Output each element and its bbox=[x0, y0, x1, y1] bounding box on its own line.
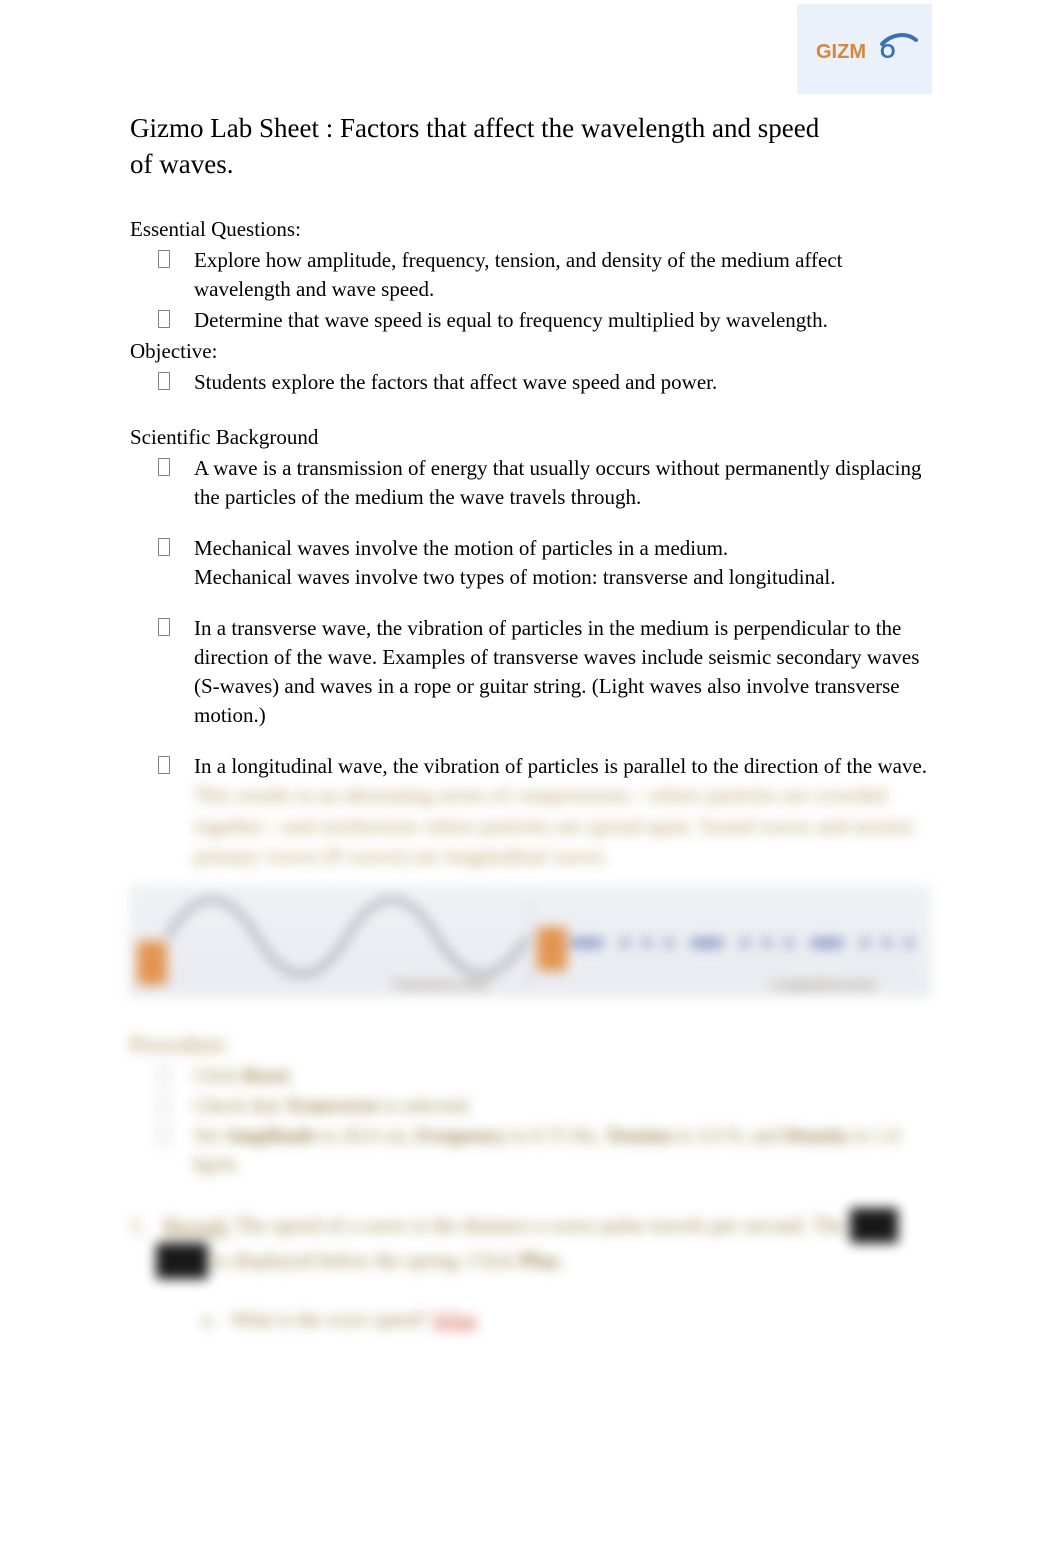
scientific-background-heading: Scientific Background bbox=[130, 425, 932, 450]
step-label: Record: bbox=[163, 1213, 229, 1237]
objective-heading: Objective: bbox=[130, 339, 932, 364]
sub-label: a. bbox=[202, 1309, 216, 1331]
list-item-text: Determine that wave speed is equal to fr… bbox=[194, 306, 932, 335]
list-item-text: In a longitudinal wave, the vibration of… bbox=[194, 752, 932, 781]
objective-list: Students explore the factors that affect… bbox=[130, 368, 932, 397]
right-hand-icon bbox=[537, 927, 567, 971]
answer-text: What bbox=[433, 1309, 476, 1331]
step-1: 1. Record: The speed of a wave is the di… bbox=[130, 1208, 932, 1279]
essential-questions-heading: Essential Questions: bbox=[130, 217, 932, 242]
list-item-text: In a transverse wave, the vibration of p… bbox=[194, 614, 932, 730]
list-item: Determine that wave speed is equal to fr… bbox=[158, 306, 932, 335]
step-number: 1. bbox=[130, 1208, 158, 1244]
logo-box: GIZM O bbox=[797, 4, 932, 94]
list-item-text: Students explore the factors that affect… bbox=[194, 368, 932, 397]
step-text: is displayed below the spring. Click bbox=[213, 1248, 519, 1272]
transverse-caption: Transverse wave bbox=[391, 977, 490, 992]
list-item: In a longitudinal wave, the vibration of… bbox=[158, 752, 932, 781]
left-hand-icon bbox=[137, 941, 167, 985]
proc-text: Check that Transverse is selected. bbox=[194, 1095, 472, 1117]
list-item-text: Mechanical waves involve two types of mo… bbox=[194, 563, 932, 592]
procedure-heading: Procedure: bbox=[130, 1032, 932, 1058]
list-item: Mechanical waves involve the motion of p… bbox=[158, 534, 932, 592]
proc-text: Click Reset. bbox=[194, 1065, 294, 1087]
longitudinal-caption: Longitudinal wave bbox=[771, 977, 875, 992]
list-item-text: Mechanical waves involve the motion of p… bbox=[194, 534, 932, 563]
step-bold: Play. bbox=[520, 1248, 564, 1272]
page-title: Gizmo Lab Sheet : Factors that affect th… bbox=[130, 110, 830, 183]
step-1-sub-a: a. What is the wave speed? What bbox=[130, 1309, 932, 1332]
list-item: Click Reset. bbox=[158, 1062, 932, 1090]
redacted-bar: speed bbox=[156, 1243, 208, 1279]
longitudinal-extra-text: This results in an alternating series of… bbox=[130, 780, 932, 871]
logo-text-left: GIZM bbox=[816, 41, 866, 63]
proc-text: Set Amplitude to 20.0 cm, Frequency to 0… bbox=[194, 1125, 900, 1175]
essential-questions-list: Explore how amplitude, frequency, tensio… bbox=[130, 246, 932, 335]
list-item: Check that Transverse is selected. bbox=[158, 1092, 932, 1120]
list-item-text: A wave is a transmission of energy that … bbox=[194, 454, 932, 512]
sub-text: What is the wave speed? bbox=[231, 1309, 433, 1331]
gizmo-logo: GIZM O bbox=[810, 24, 920, 74]
proc-bold: Amplitude bbox=[225, 1125, 316, 1147]
proc-bold: Tension bbox=[605, 1125, 671, 1147]
proc-bold: Reset bbox=[242, 1065, 289, 1087]
proc-bold: Frequency bbox=[416, 1125, 507, 1147]
list-item: A wave is a transmission of energy that … bbox=[158, 454, 932, 512]
scientific-background-list: A wave is a transmission of energy that … bbox=[130, 454, 932, 781]
list-item-text: Explore how amplitude, frequency, tensio… bbox=[194, 246, 932, 304]
proc-bold: Transverse bbox=[285, 1095, 379, 1117]
transverse-wave-icon bbox=[167, 897, 527, 977]
redacted-bar: wave bbox=[850, 1208, 898, 1244]
blurred-content: This results in an alternating series of… bbox=[130, 780, 932, 1332]
list-item: Set Amplitude to 20.0 cm, Frequency to 0… bbox=[158, 1122, 932, 1178]
document-page: Gizmo Lab Sheet : Factors that affect th… bbox=[0, 0, 1062, 1372]
wave-diagram-panel: Transverse wave Longitudinal wave bbox=[130, 886, 930, 996]
panel-divider bbox=[530, 893, 531, 989]
list-item: Explore how amplitude, frequency, tensio… bbox=[158, 246, 932, 304]
step-text: The speed of a wave is the distance a wa… bbox=[235, 1213, 850, 1237]
procedure-list: Click Reset. Check that Transverse is se… bbox=[130, 1062, 932, 1178]
list-item: Students explore the factors that affect… bbox=[158, 368, 932, 397]
longitudinal-wave-icon bbox=[571, 931, 915, 955]
list-item: In a transverse wave, the vibration of p… bbox=[158, 614, 932, 730]
proc-bold: Density bbox=[785, 1125, 849, 1147]
